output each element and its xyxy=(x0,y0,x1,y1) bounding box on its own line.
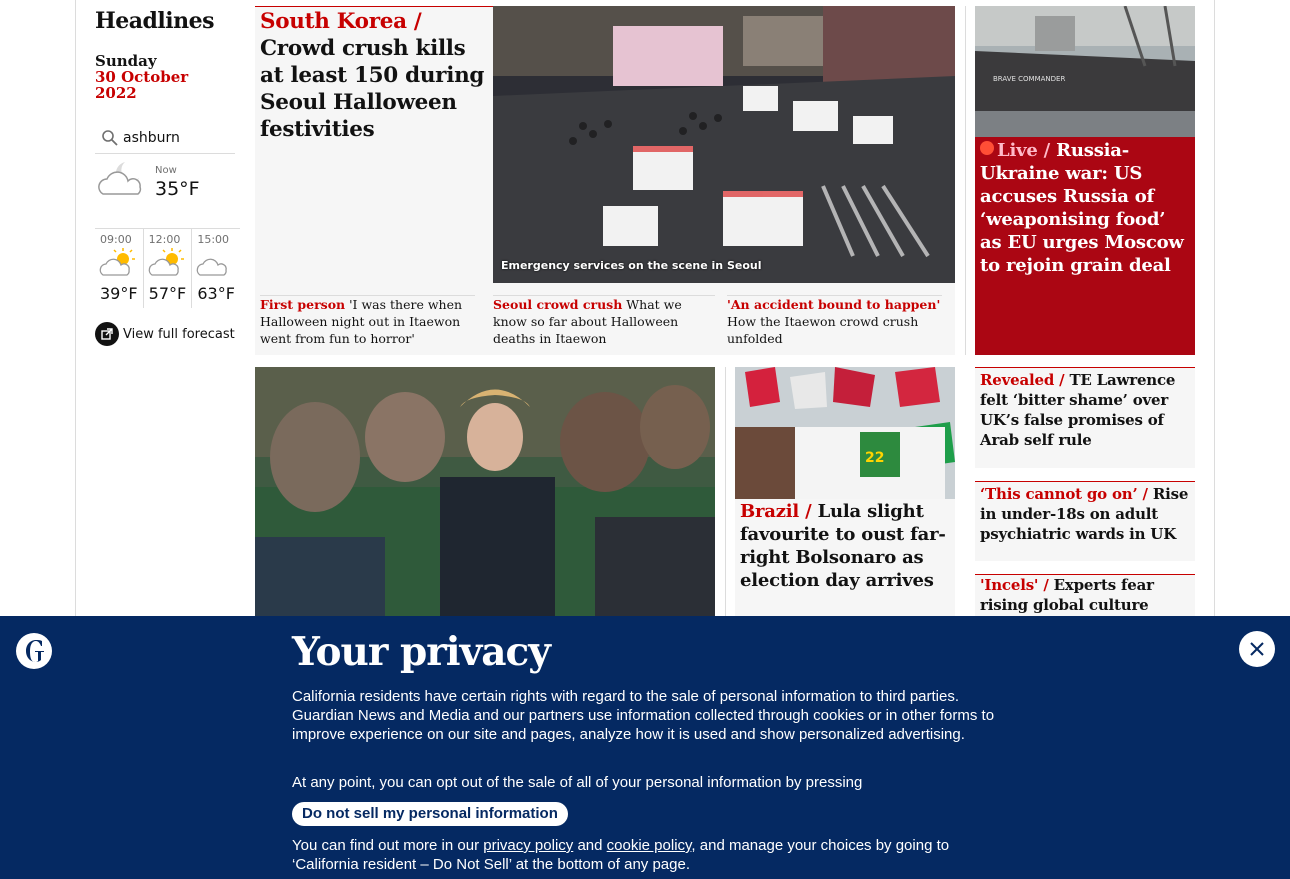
moon-cloud-icon xyxy=(98,162,142,195)
sub-story-kicker: First person xyxy=(260,297,346,312)
date: 30 October 2022 xyxy=(95,68,189,102)
sub-story[interactable]: 'An accident bound to happen' How the It… xyxy=(727,295,942,347)
current-weather: Now 35°F xyxy=(95,158,235,228)
search-icon xyxy=(101,129,119,147)
sub-story-kicker: 'An accident bound to happen' xyxy=(727,297,941,312)
brazil-kicker: Brazil / xyxy=(740,501,812,522)
sub-story-kicker: Seoul crowd crush xyxy=(493,297,623,312)
headlines-rail: Headlines Sunday 30 October 2022 xyxy=(95,8,235,101)
hourly-forecast: 09:00 39°F 12:00 57°F 15:00 63°F xyxy=(95,228,240,308)
privacy-title: Your privacy xyxy=(292,629,551,675)
now-label: Now xyxy=(155,165,177,176)
sun-cloud-icon xyxy=(148,248,184,276)
side-story[interactable]: Revealed / TE Lawrence felt ‘bitter sham… xyxy=(975,367,1195,468)
privacy-text: and xyxy=(577,837,603,854)
forecast-item: 09:00 39°F xyxy=(95,229,144,308)
side-story-kicker: Revealed / xyxy=(980,371,1065,389)
column-divider xyxy=(725,367,726,617)
lead-headline-text[interactable]: Crowd crush kills at least 150 during Se… xyxy=(260,36,484,142)
lead-headline[interactable]: South Korea / Crowd crush kills at least… xyxy=(260,8,485,143)
close-button[interactable] xyxy=(1239,631,1275,667)
weather-location[interactable]: ashburn xyxy=(123,130,180,146)
live-headline[interactable]: Live / Russia-Ukraine war: US accuses Ru… xyxy=(980,139,1190,277)
weekday: Sunday xyxy=(95,52,157,70)
side-story-kicker: ‘This cannot go on’ / xyxy=(980,485,1148,503)
section-title: Headlines xyxy=(95,8,215,34)
forecast-temp: 57°F xyxy=(148,284,187,303)
cloud-icon xyxy=(197,258,228,276)
live-story-card[interactable]: BRAVE COMMANDER Live / Russia-Ukraine wa… xyxy=(975,6,1195,355)
view-full-forecast-label[interactable]: View full forecast xyxy=(123,327,235,342)
brazil-story-card[interactable]: 22 Brazil / Lula slight favourite to ous… xyxy=(735,367,955,617)
lead-image-caption: Emergency services on the scene in Seoul xyxy=(501,259,762,272)
sub-story[interactable]: First person 'I was there when Halloween… xyxy=(260,295,475,347)
live-kicker: Live / xyxy=(997,140,1051,161)
privacy-policy-link[interactable]: privacy policy xyxy=(483,837,573,854)
sub-story-headline[interactable]: How the Itaewon crowd crush unfolded xyxy=(727,314,918,346)
side-story-kicker: 'Incels' / xyxy=(980,576,1049,594)
weather-location-search[interactable]: ashburn xyxy=(95,122,235,154)
ship-image[interactable]: BRAVE COMMANDER xyxy=(975,6,1195,137)
forecast-temp: 39°F xyxy=(100,284,138,303)
lead-kicker: South Korea / xyxy=(260,9,422,34)
column-divider xyxy=(965,6,966,355)
forecast-time: 15:00 xyxy=(197,233,230,246)
privacy-text: You can find out more in our xyxy=(292,837,480,854)
side-story[interactable]: 'Incels' / Experts fear rising global cu… xyxy=(975,574,1195,616)
privacy-paragraph: At any point, you can opt out of the sal… xyxy=(292,774,863,791)
lead-image[interactable] xyxy=(493,6,955,283)
forecast-temp: 63°F xyxy=(197,284,235,303)
forecast-time: 09:00 xyxy=(100,233,132,246)
external-link-icon xyxy=(95,322,119,346)
parliament-image[interactable] xyxy=(255,367,715,617)
cookie-policy-link[interactable]: cookie policy xyxy=(607,837,692,854)
ship-name: BRAVE COMMANDER xyxy=(993,75,1065,83)
live-dot-icon xyxy=(980,141,994,155)
sub-story[interactable]: Seoul crowd crush What we know so far ab… xyxy=(493,295,715,347)
candidate-number: 22 xyxy=(865,450,884,466)
close-icon xyxy=(1250,642,1264,656)
sun-cloud-icon xyxy=(99,248,135,276)
guardian-logo-icon xyxy=(16,633,52,669)
now-temperature: 35°F xyxy=(155,178,200,200)
forecast-item: 12:00 57°F xyxy=(144,229,193,308)
forecast-item: 15:00 63°F xyxy=(192,229,240,308)
brazil-headline[interactable]: Brazil / Lula slight favourite to oust f… xyxy=(740,500,950,592)
privacy-paragraph: You can find out more in our privacy pol… xyxy=(292,836,1002,874)
do-not-sell-button[interactable]: Do not sell my personal information xyxy=(292,802,568,826)
side-story[interactable]: ‘This cannot go on’ / Rise in under-18s … xyxy=(975,481,1195,561)
view-full-forecast-link[interactable]: View full forecast xyxy=(95,322,235,346)
forecast-time: 12:00 xyxy=(148,233,181,246)
privacy-paragraph: California residents have certain rights… xyxy=(292,688,995,743)
front-page: Headlines Sunday 30 October 2022 ashburn… xyxy=(0,0,1290,879)
rally-image[interactable]: 22 xyxy=(735,367,955,499)
privacy-banner: Your privacy California residents have c… xyxy=(0,616,1290,879)
